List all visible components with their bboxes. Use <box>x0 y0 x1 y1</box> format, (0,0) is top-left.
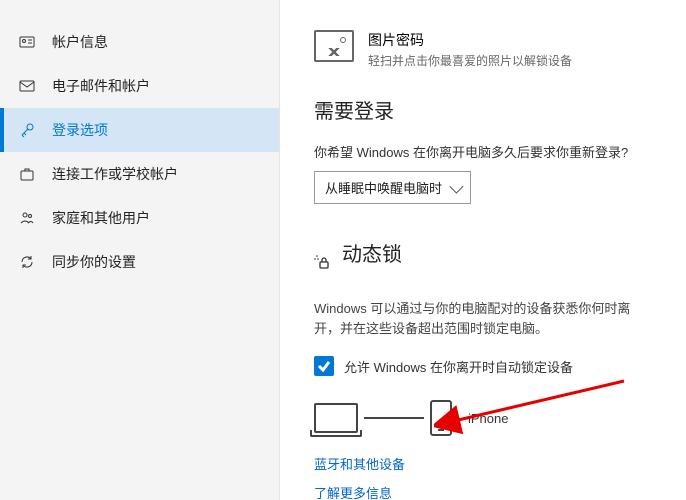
laptop-icon <box>314 403 358 433</box>
key-icon <box>18 121 36 139</box>
require-signin-question: 你希望 Windows 在你离开电脑多久后要求你重新登录? <box>314 142 656 161</box>
annotation-arrow <box>434 376 634 436</box>
main-content: 图片密码 轻扫并点击你最喜爱的照片以解锁设备 需要登录 你希望 Windows … <box>280 0 686 500</box>
picture-password-title: 图片密码 <box>368 30 572 50</box>
learn-more-link[interactable]: 了解更多信息 <box>314 483 656 500</box>
nav-email[interactable]: 电子邮件和帐户 <box>0 64 279 108</box>
require-signin-heading: 需要登录 <box>314 95 656 124</box>
device-pair-row: iPhone <box>314 400 656 436</box>
select-value: 从睡眠中唤醒电脑时 <box>325 178 442 197</box>
picture-password-row[interactable]: 图片密码 轻扫并点击你最喜爱的照片以解锁设备 <box>314 30 656 69</box>
paired-phone-label: iPhone <box>468 411 508 426</box>
nav-sync[interactable]: 同步你的设置 <box>0 240 279 284</box>
nav-label: 连接工作或学校帐户 <box>52 164 178 184</box>
person-card-icon <box>18 33 36 51</box>
nav-signin-options[interactable]: 登录选项 <box>0 108 279 152</box>
dynamic-lock-icon <box>314 253 332 271</box>
nav-label: 家庭和其他用户 <box>52 208 150 228</box>
picture-icon <box>314 30 354 62</box>
bluetooth-link[interactable]: 蓝牙和其他设备 <box>314 454 656 473</box>
people-icon <box>18 209 36 227</box>
phone-icon <box>430 400 452 436</box>
briefcase-icon <box>18 165 36 183</box>
dynamic-lock-checkbox-label: 允许 Windows 在你离开时自动锁定设备 <box>344 357 573 376</box>
mail-icon <box>18 77 36 95</box>
sidebar: 帐户信息 电子邮件和帐户 登录选项 连接工作或学校帐户 家庭和其他用户 同步你的… <box>0 0 280 500</box>
dynamic-lock-checkbox[interactable] <box>314 356 334 376</box>
nav-label: 帐户信息 <box>52 32 108 52</box>
connection-line-icon <box>364 417 424 419</box>
dynamic-lock-section: 动态锁 Windows 可以通过与你的电脑配对的设备获悉你何时离开，并在这些设备… <box>314 238 656 500</box>
sync-icon <box>18 253 36 271</box>
nav-work-school[interactable]: 连接工作或学校帐户 <box>0 152 279 196</box>
nav-label: 登录选项 <box>52 120 108 140</box>
dynamic-lock-description: Windows 可以通过与你的电脑配对的设备获悉你何时离开，并在这些设备超出范围… <box>314 299 656 338</box>
picture-password-subtitle: 轻扫并点击你最喜爱的照片以解锁设备 <box>368 52 572 69</box>
nav-account-info[interactable]: 帐户信息 <box>0 20 279 64</box>
require-signin-section: 需要登录 你希望 Windows 在你离开电脑多久后要求你重新登录? 从睡眠中唤… <box>314 95 656 204</box>
require-signin-select[interactable]: 从睡眠中唤醒电脑时 <box>314 171 471 204</box>
chevron-down-icon <box>449 179 463 193</box>
nav-label: 同步你的设置 <box>52 252 136 272</box>
dynamic-lock-heading: 动态锁 <box>342 238 402 267</box>
nav-family[interactable]: 家庭和其他用户 <box>0 196 279 240</box>
nav-label: 电子邮件和帐户 <box>52 76 150 96</box>
